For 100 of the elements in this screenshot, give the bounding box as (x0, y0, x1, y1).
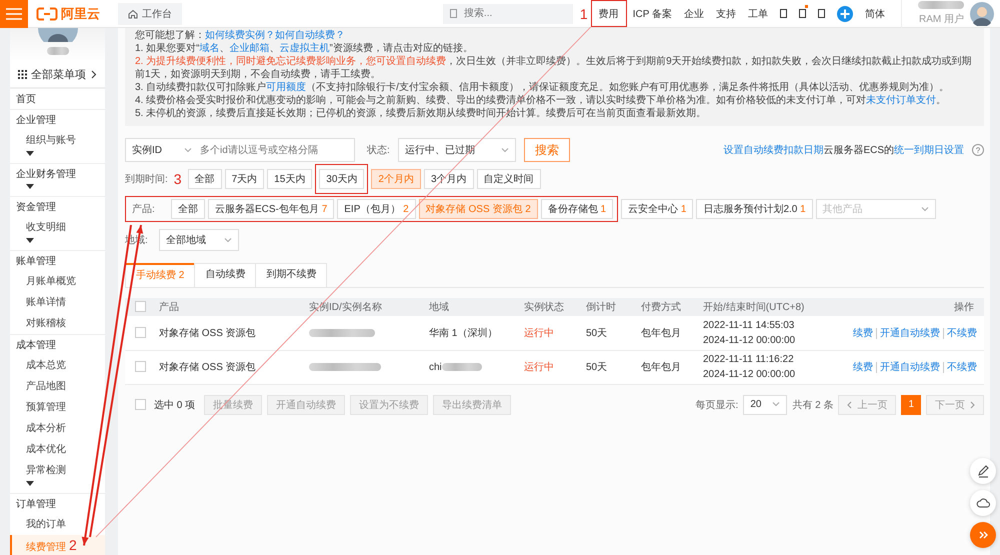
search-input[interactable]: 搜索... (462, 7, 562, 20)
table-cell: 50天 (582, 316, 637, 350)
filter-label: 产品: (132, 202, 156, 216)
column-header: 产品 (155, 298, 305, 316)
sidebar-item[interactable]: 预算管理 (10, 397, 105, 418)
logo-text: 阿里云 (61, 4, 100, 22)
caret-down-icon[interactable] (26, 481, 34, 486)
filter-option[interactable]: 云服务器ECS-包年包月 7 (208, 199, 334, 219)
settings-text: 设置自动续费扣款日期云服务器ECS的统一到期日设置 (723, 144, 964, 157)
instance-id-field[interactable]: 多个id请以逗号或空格分隔 (198, 140, 348, 160)
text-link[interactable]: 云虚拟主机 (279, 43, 330, 54)
sidebar-item[interactable]: 成本优化 (10, 439, 105, 460)
action-link[interactable]: 不续费 (943, 328, 980, 339)
chevron-down-icon (920, 206, 929, 212)
sidebar-item[interactable]: 成本总览 (10, 355, 105, 376)
sidebar-item[interactable]: 产品地图 (10, 376, 105, 397)
text-link[interactable]: 如何续费实例？ (205, 30, 275, 41)
action-link[interactable]: 续费 (850, 328, 876, 339)
text-link[interactable]: 未支付订单支付 (866, 95, 936, 106)
total-count: 共有 2 条 (792, 398, 834, 412)
table-cell: chi (429, 362, 442, 372)
square-icon[interactable] (818, 9, 825, 18)
chevron-down-icon (772, 402, 780, 407)
text-link[interactable]: 统一到期日设置 (894, 145, 964, 156)
plus-icon[interactable] (837, 6, 853, 22)
checkbox[interactable] (135, 399, 146, 410)
filter-option[interactable]: 备份存储包 1 (540, 199, 614, 219)
action-link[interactable]: 不续费 (943, 362, 980, 373)
region-select[interactable]: 全部地域 (158, 229, 239, 251)
sidebar-item[interactable]: 月账单概览 (10, 271, 105, 292)
all-menu-button[interactable]: 全部菜单项 (10, 62, 105, 88)
id-type-select[interactable]: 实例ID (126, 143, 198, 157)
filter-option[interactable]: 3个月内 (424, 169, 474, 189)
user-role: RAM 用户 (919, 12, 964, 26)
sidebar-item[interactable]: 收支明细 (10, 217, 105, 238)
filter-option[interactable]: 7天内 (224, 169, 264, 189)
caret-down-icon[interactable] (26, 238, 34, 243)
text-link[interactable]: 域名 (199, 43, 220, 54)
tab[interactable]: 自动续费 (194, 263, 256, 287)
nav-link[interactable]: 企业 (678, 6, 710, 20)
annotation-number: 2 (69, 537, 77, 553)
table-cell: 对象存储 OSS 资源包 (155, 350, 305, 384)
sidebar-item[interactable]: 续费管理 2 (10, 535, 105, 555)
text-link[interactable]: 企业邮箱 (229, 43, 270, 54)
filter-option[interactable]: 云安全中心 1 (621, 199, 694, 219)
filter-option[interactable]: 日志服务预付计划2.0 1 (696, 199, 813, 219)
sidebar-item[interactable]: 成本分析 (10, 418, 105, 439)
filter-option[interactable]: 15天内 (267, 169, 312, 189)
sidebar-item[interactable]: 我的订单 (10, 514, 105, 535)
checkbox[interactable] (135, 301, 146, 312)
filter-option[interactable]: 全部 (188, 169, 222, 189)
cloud-icon (976, 496, 990, 510)
text-link[interactable]: 设置自动续费扣款日期 (723, 145, 824, 156)
language-menu[interactable]: 简体 (859, 6, 891, 20)
help-icon[interactable]: ? (972, 144, 984, 156)
sidebar-group-title: 企业管理 (10, 109, 105, 130)
sidebar-item[interactable]: 账单详情 (10, 292, 105, 313)
filter-option[interactable]: 30天内 (319, 169, 364, 189)
checkbox[interactable] (135, 327, 146, 338)
sidebar-item[interactable]: 对账稽核 (10, 313, 105, 334)
text-link[interactable]: 可用额度 (266, 82, 306, 93)
sidebar-item[interactable]: 组织与账号 (10, 130, 105, 151)
caret-down-icon[interactable] (26, 151, 34, 156)
sidebar-item[interactable]: 首页 (10, 88, 105, 109)
tab[interactable]: 到期不续费 (255, 263, 328, 287)
column-header: 操作 (834, 298, 984, 316)
nav-link[interactable]: 工单 (742, 6, 774, 20)
home-icon (128, 8, 138, 18)
action-link[interactable]: 开通自动续费 (876, 328, 943, 339)
action-link[interactable]: 开通自动续费 (876, 362, 943, 373)
avatar[interactable] (970, 2, 994, 26)
column-header: 实例ID/实例名称 (305, 298, 425, 316)
start-time: 2022-11-11 11:16:22 (703, 353, 795, 367)
sidebar-item[interactable]: 异常检测 (10, 460, 105, 481)
avatar (38, 28, 78, 42)
square-icon[interactable] (780, 9, 787, 18)
search-field[interactable]: 搜索... (442, 4, 573, 24)
nav-link[interactable]: 支持 (710, 6, 742, 20)
page-size-select[interactable]: 20 (743, 394, 788, 414)
text-link[interactable]: 如何自动续费？ (275, 30, 345, 41)
workbench-tab[interactable]: 工作台 (118, 2, 182, 24)
column-header: 地域 (425, 298, 520, 316)
caret-down-icon[interactable] (26, 184, 34, 189)
checkbox[interactable] (135, 361, 146, 372)
square-icon[interactable] (799, 9, 806, 18)
sidebar-group-title: 企业财务管理 (10, 163, 105, 184)
sidebar-group-title: 账单管理 (10, 250, 105, 271)
chevron-down-icon (224, 238, 232, 242)
action-link[interactable]: 续费 (850, 362, 876, 373)
table-cell: 包年包月 (637, 350, 699, 384)
filter-option[interactable]: EIP（包月） 2 (337, 199, 416, 219)
instance-id-search-bar[interactable]: 实例ID 多个id请以逗号或空格分隔 (125, 138, 355, 162)
nav-link[interactable]: 费用 (592, 6, 625, 20)
square-icon (450, 9, 457, 18)
nav-link[interactable]: ICP 备案 (626, 6, 678, 20)
filter-option[interactable]: 自定义时间 (476, 169, 541, 189)
menu-button[interactable] (0, 0, 28, 28)
notice-text: 1. 如果您要对“域名、企业邮箱、云虚拟主机”资源续费，请点击对应的链接。 (135, 42, 474, 55)
sidebar-group-title: 资金管理 (10, 196, 105, 217)
filter-option[interactable]: 全部 (171, 199, 205, 219)
